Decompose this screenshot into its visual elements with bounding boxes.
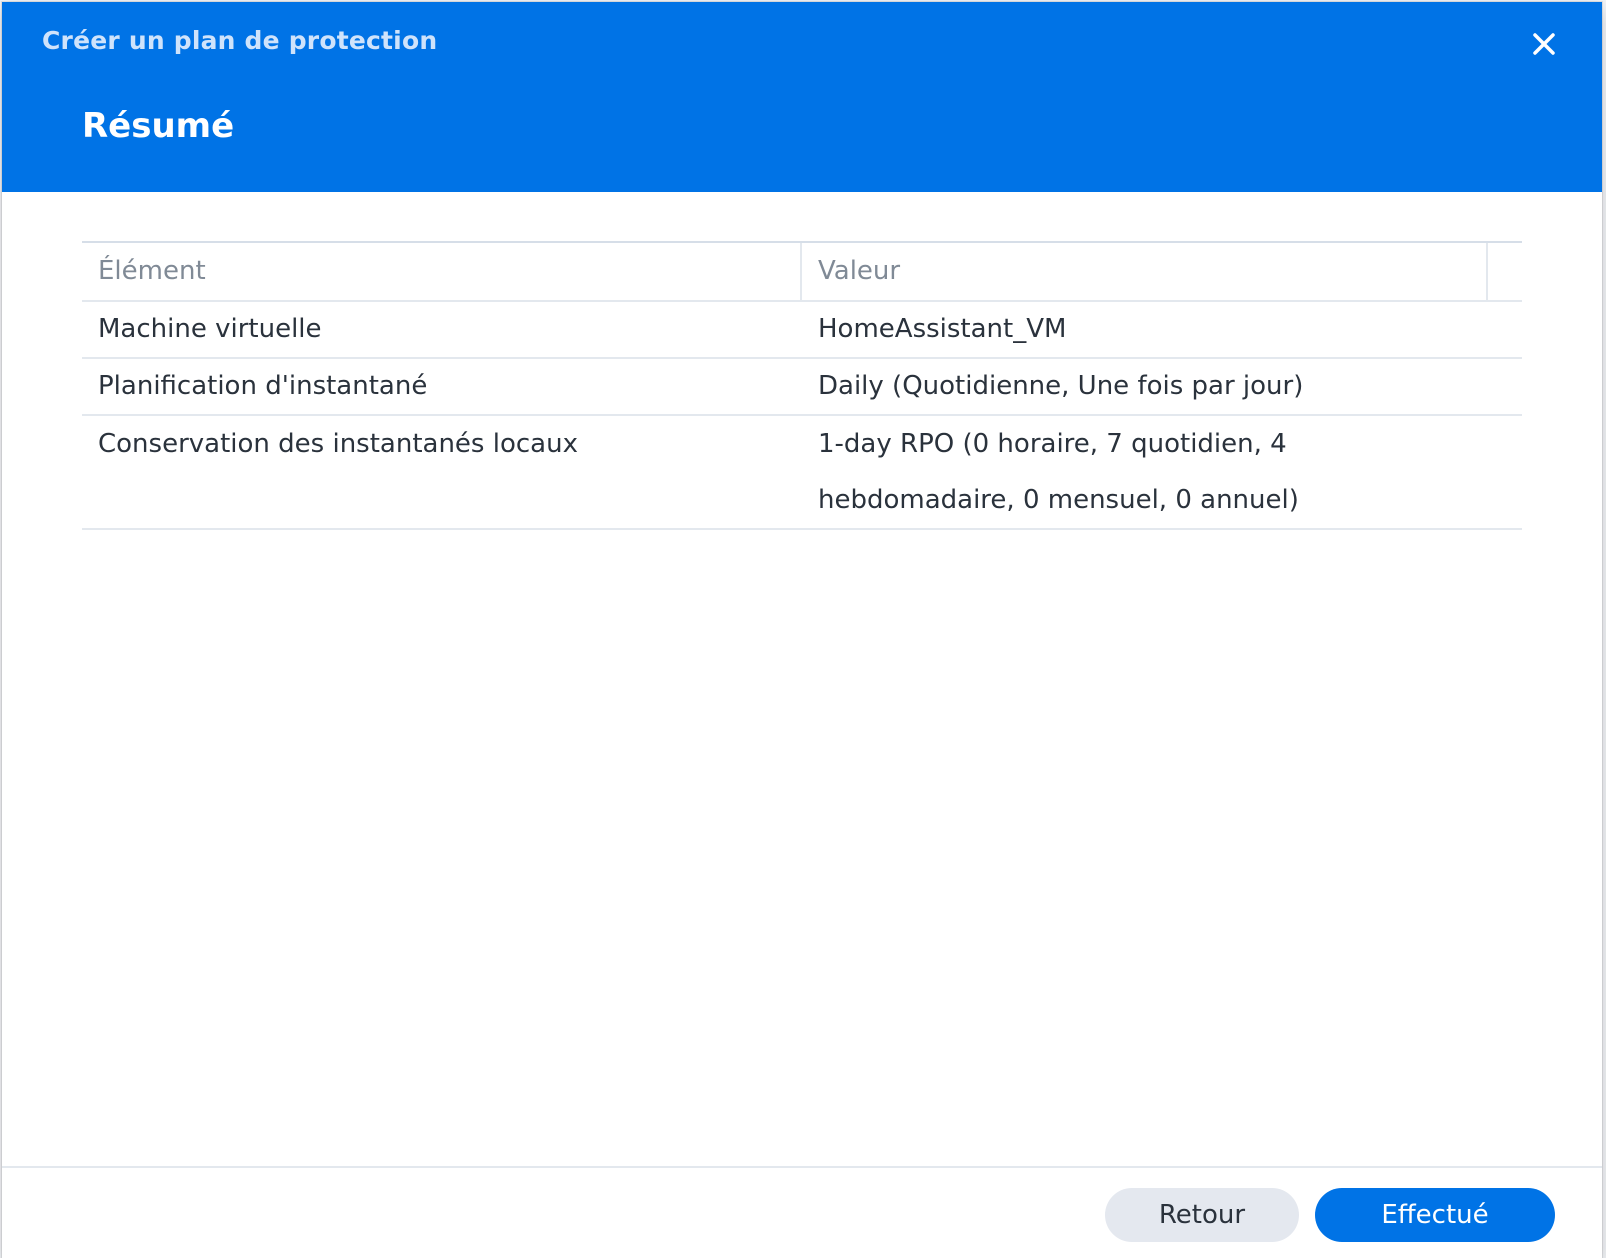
row-value: Daily (Quotidienne, Une fois par jour) bbox=[818, 371, 1304, 401]
row-item: Machine virtuelle bbox=[98, 314, 322, 344]
window-title: Créer un plan de protection bbox=[42, 26, 438, 55]
column-header-value[interactable]: Valeur bbox=[802, 243, 1488, 300]
table-row[interactable]: Planification d'instantané Daily (Quotid… bbox=[82, 359, 1522, 416]
row-item: Planification d'instantané bbox=[98, 371, 428, 401]
table-row[interactable]: Conservation des instantanés locaux 1-da… bbox=[82, 416, 1522, 530]
dialog-content: Élément Valeur Machine virtuelle HomeAss… bbox=[2, 192, 1602, 1166]
table-row[interactable]: Machine virtuelle HomeAssistant_VM bbox=[82, 302, 1522, 359]
row-value: 1-day RPO (0 horaire, 7 quotidien, 4 heb… bbox=[802, 416, 1488, 528]
summary-table: Élément Valeur Machine virtuelle HomeAss… bbox=[82, 241, 1522, 530]
dialog-footer: Retour Effectué bbox=[2, 1166, 1602, 1258]
dialog-header: Créer un plan de protection Résumé bbox=[2, 2, 1602, 192]
back-button[interactable]: Retour bbox=[1105, 1188, 1299, 1242]
row-value-line: hebdomadaire, 0 mensuel, 0 annuel) bbox=[818, 485, 1299, 515]
row-value: HomeAssistant_VM bbox=[818, 314, 1067, 344]
done-button[interactable]: Effectué bbox=[1315, 1188, 1555, 1242]
row-value-line: 1-day RPO (0 horaire, 7 quotidien, 4 bbox=[818, 429, 1287, 459]
column-header-item[interactable]: Élément bbox=[82, 243, 802, 300]
create-protection-plan-dialog: Créer un plan de protection Résumé Éléme… bbox=[2, 2, 1602, 1258]
close-button[interactable] bbox=[1528, 28, 1560, 60]
step-title: Résumé bbox=[82, 106, 235, 146]
close-icon bbox=[1533, 33, 1555, 55]
column-header-spacer bbox=[1488, 243, 1522, 300]
table-header: Élément Valeur bbox=[82, 243, 1522, 302]
row-item: Conservation des instantanés locaux bbox=[98, 429, 578, 459]
